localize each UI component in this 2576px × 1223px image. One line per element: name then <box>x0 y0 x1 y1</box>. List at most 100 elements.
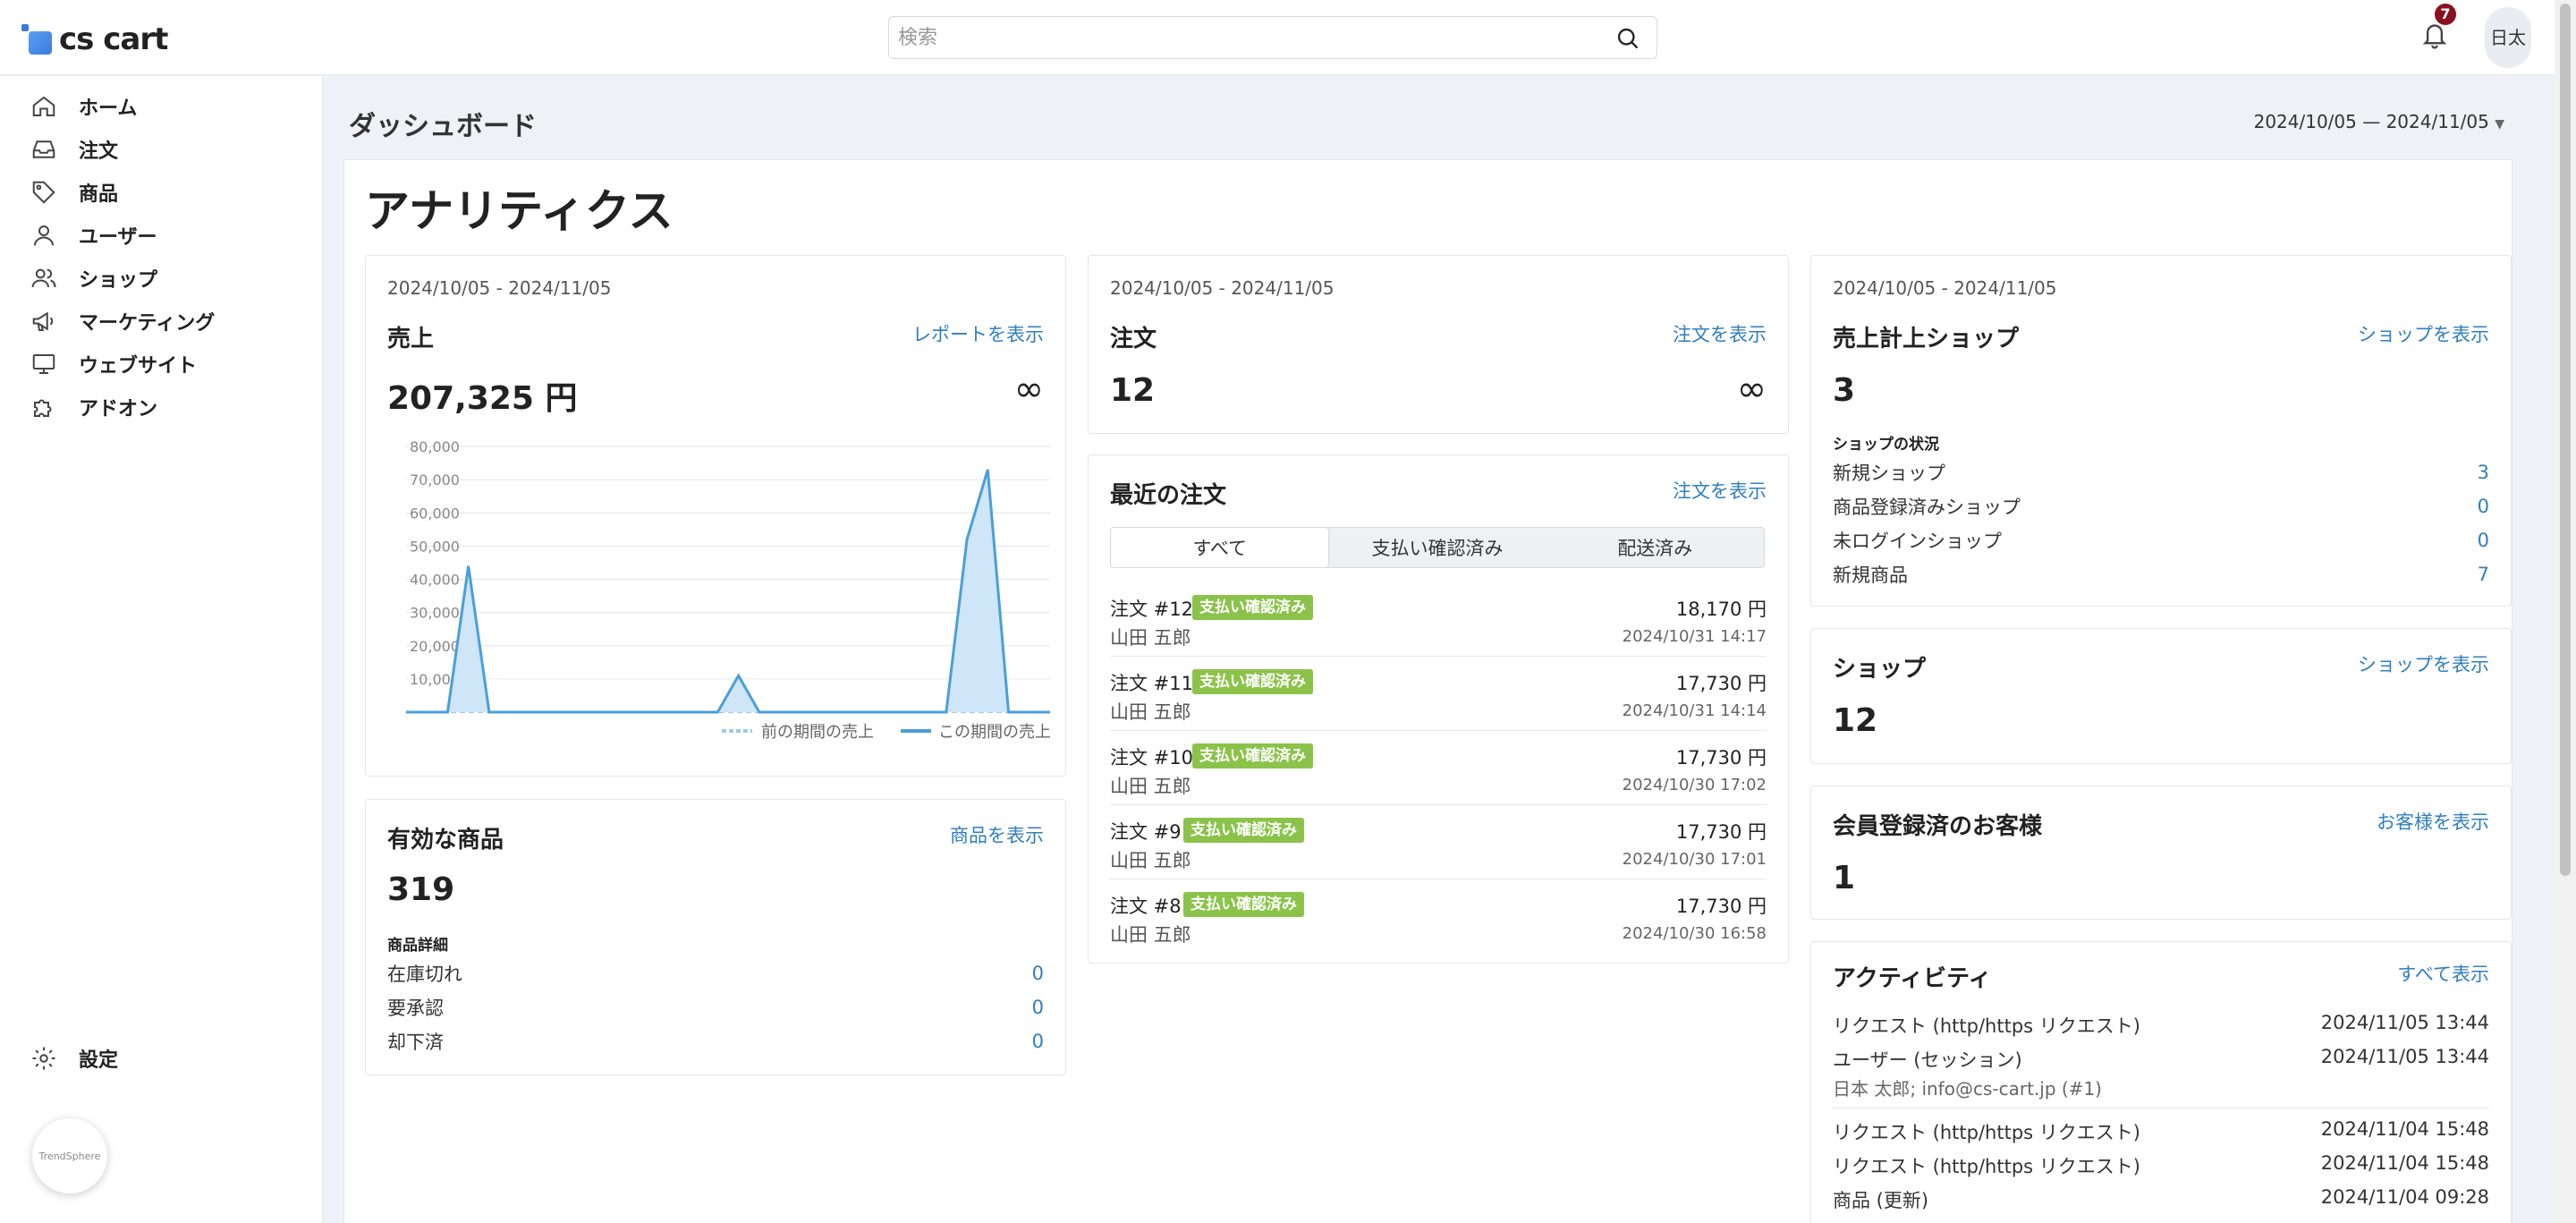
order-row[interactable]: 注文 #10 支払い確認済み 山田 五郎 17,730 円 2024/10/30… <box>1110 731 1767 805</box>
inbox-icon <box>32 140 55 158</box>
activity-row: リクエスト (http/https リクエスト) 2024/11/04 15:48 <box>1833 1118 2489 1145</box>
order-customer: 山田 五郎 <box>1110 701 1191 723</box>
date-range-label: 2024/10/05 — 2024/11/05 <box>2253 111 2489 132</box>
card-date: 2024/10/05 - 2024/11/05 <box>1833 277 2057 299</box>
stat-label: 却下済 <box>387 1032 444 1053</box>
order-row[interactable]: 注文 #11 支払い確認済み 山田 五郎 17,730 円 2024/10/31… <box>1110 657 1767 731</box>
order-date: 2024/10/31 14:17 <box>1622 627 1767 646</box>
stat-label: 要承認 <box>387 998 444 1019</box>
scrollbar-thumb[interactable] <box>2560 4 2571 876</box>
infinity-icon: ∞ <box>1736 369 1767 410</box>
date-range-selector[interactable]: 2024/10/05 — 2024/11/05 ▼ <box>2254 111 2504 132</box>
sidebar-item-products[interactable]: 商品 <box>0 171 323 214</box>
view-report-link[interactable]: レポートを表示 <box>912 320 1044 347</box>
orders-card: 2024/10/05 - 2024/11/05 注文 注文を表示 12 ∞ <box>1088 255 1789 434</box>
order-row[interactable]: 注文 #12 支払い確認済み 山田 五郎 18,170 円 2024/10/31… <box>1110 582 1767 657</box>
sidebar-item-users[interactable]: ユーザー <box>0 214 323 257</box>
stat-value-link[interactable]: 0 <box>1032 997 1044 1018</box>
monitor-icon <box>32 354 55 374</box>
order-date: 2024/10/30 16:58 <box>1622 924 1767 943</box>
stat-row: 却下済 0 <box>387 1025 1044 1057</box>
sidebar-item-addons[interactable]: アドオン <box>0 386 323 429</box>
sidebar-item-shops[interactable]: ショップ <box>0 257 323 300</box>
order-customer: 山田 五郎 <box>1110 776 1191 797</box>
stat-row: 新規商品 7 <box>1833 558 2489 590</box>
customers-value: 1 <box>1833 860 1856 896</box>
users-icon <box>31 268 56 288</box>
stat-row: 新規ショップ 3 <box>1833 456 2489 488</box>
order-amount: 18,170 円 <box>1675 599 1767 620</box>
card-title: 最近の注文 <box>1110 482 1227 509</box>
activity-row: リクエスト (http/https リクエスト) 2024/11/05 13:44 <box>1833 1012 2489 1039</box>
activity-date: 2024/11/04 15:48 <box>2320 1152 2489 1174</box>
order-row[interactable]: 注文 #8 支払い確認済み 山田 五郎 17,730 円 2024/10/30 … <box>1110 879 1767 954</box>
gear-icon <box>32 1047 55 1070</box>
sidebar-item-label: マーケティング <box>79 312 216 335</box>
stat-value-link[interactable]: 0 <box>1032 1031 1044 1052</box>
view-orders-link[interactable]: 注文を表示 <box>1673 477 1767 504</box>
activity-row: リクエスト (http/https リクエスト) 2024/11/04 15:48 <box>1833 1152 2489 1179</box>
sales-chart: 10,00020,00030,00040,00050,00060,00070,0… <box>406 438 1051 742</box>
y-tick-label: 20,000 <box>410 638 460 655</box>
sidebar-item-marketing[interactable]: マーケティング <box>0 300 323 343</box>
stat-value-link[interactable]: 0 <box>1032 963 1044 984</box>
tab-shipped[interactable]: 配送済み <box>1546 528 1764 567</box>
sales-value: 207,325 円 <box>387 380 578 417</box>
active-products-card: 有効な商品 商品を表示 319 商品詳細 在庫切れ 0 要承認 0 却下済 0 <box>365 799 1066 1075</box>
card-title: 会員登録済のお客様 <box>1833 813 2043 840</box>
megaphone-icon <box>32 311 54 331</box>
sidebar-item-label: アドオン <box>79 398 158 420</box>
y-tick-label: 50,000 <box>410 538 460 555</box>
status-badge: 支払い確認済み <box>1192 669 1313 694</box>
help-chat-button[interactable]: TrendSphere <box>32 1118 107 1193</box>
activity-label: リクエスト (http/https リクエスト) <box>1833 1156 2140 1177</box>
activity-date: 2024/11/05 13:44 <box>2320 1012 2489 1033</box>
user-menu-button[interactable]: 日太 <box>2485 7 2531 68</box>
view-shops-link[interactable]: ショップを表示 <box>2358 650 2489 677</box>
activity-subtext: 日本 太郎; info@cs-cart.jp (#1) <box>1833 1078 2102 1100</box>
stat-label: 未ログインショップ <box>1833 531 2002 552</box>
search-input[interactable] <box>889 17 1587 58</box>
stat-label: 新規ショップ <box>1833 463 1945 484</box>
stat-value-link[interactable]: 0 <box>2478 496 2489 517</box>
order-row[interactable]: 注文 #9 支払い確認済み 山田 五郎 17,730 円 2024/10/30 … <box>1110 805 1767 879</box>
y-tick-label: 60,000 <box>410 505 460 522</box>
activity-date: 2024/11/05 13:44 <box>2320 1046 2489 1067</box>
view-customers-link[interactable]: お客様を表示 <box>2377 808 2489 835</box>
order-amount: 17,730 円 <box>1675 673 1767 694</box>
stat-label: 商品登録済みショップ <box>1833 497 2021 518</box>
activity-label: 商品 (更新) <box>1833 1190 1929 1211</box>
card-date: 2024/10/05 - 2024/11/05 <box>1110 277 1335 299</box>
view-products-link[interactable]: 商品を表示 <box>950 821 1044 848</box>
home-icon <box>32 96 55 116</box>
current-period-area <box>406 469 1050 712</box>
stat-value-link[interactable]: 7 <box>2478 564 2489 585</box>
sidebar-item-settings[interactable]: 設定 <box>0 1037 323 1080</box>
legend-label-previous: 前の期間の売上 <box>761 723 874 742</box>
stat-value-link[interactable]: 0 <box>2478 530 2489 551</box>
stat-label: 新規商品 <box>1833 565 1908 586</box>
view-shops-link[interactable]: ショップを表示 <box>2358 320 2489 347</box>
view-orders-link[interactable]: 注文を表示 <box>1673 320 1767 347</box>
sidebar-item-label: ホーム <box>79 98 138 120</box>
page-title: ダッシュボード <box>349 111 537 142</box>
search-icon[interactable] <box>1615 26 1640 51</box>
sidebar-item-orders[interactable]: 注文 <box>0 128 323 171</box>
sidebar-item-label: ユーザー <box>79 226 157 249</box>
order-amount: 17,730 円 <box>1675 747 1767 769</box>
tab-all[interactable]: すべて <box>1110 527 1330 568</box>
stat-value-link[interactable]: 3 <box>2478 462 2489 483</box>
stat-row: 商品登録済みショップ 0 <box>1833 490 2489 522</box>
stat-row: 要承認 0 <box>387 991 1044 1023</box>
activity-label: リクエスト (http/https リクエスト) <box>1833 1015 2140 1037</box>
sidebar-item-home[interactable]: ホーム <box>0 85 323 128</box>
status-badge: 支払い確認済み <box>1192 595 1313 620</box>
tab-paid[interactable]: 支払い確認済み <box>1328 528 1546 567</box>
sidebar-item-label: ショップ <box>79 269 158 292</box>
search-box[interactable] <box>888 16 1657 59</box>
view-all-activity-link[interactable]: すべて表示 <box>2397 960 2489 987</box>
stat-row: 在庫切れ 0 <box>387 957 1044 989</box>
card-title: 有効な商品 <box>387 827 504 854</box>
sidebar-item-website[interactable]: ウェブサイト <box>0 343 323 386</box>
logo[interactable]: cs cart <box>21 21 168 57</box>
